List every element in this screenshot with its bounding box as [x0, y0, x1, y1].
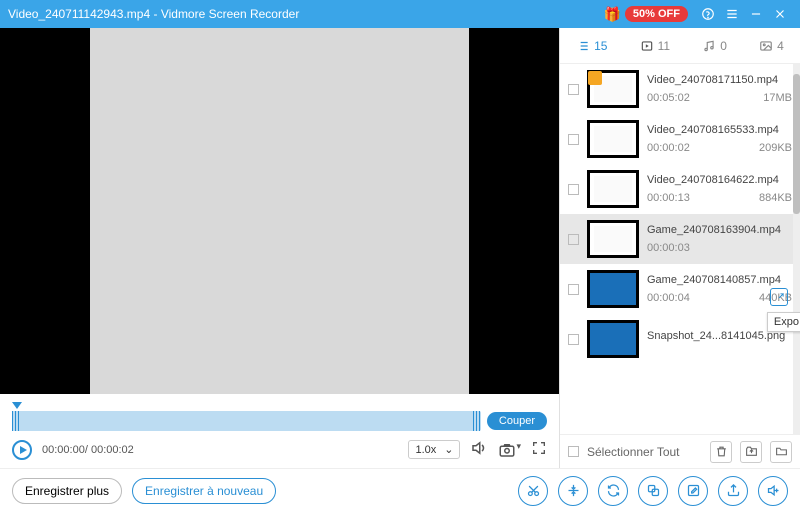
export-tooltip: Expo — [767, 312, 800, 332]
player-controls: 00:00:00/ 00:00:02 1.0x⌄ ▾ — [0, 435, 559, 468]
playhead-marker[interactable] — [12, 402, 22, 409]
list-item[interactable]: Video_240708171150.mp4 00:05:02 17MB — [560, 64, 800, 114]
item-checkbox[interactable] — [568, 234, 579, 245]
item-name: Game_240708163904.mp4 — [647, 224, 792, 236]
speed-selector[interactable]: 1.0x⌄ — [408, 440, 460, 459]
select-all-row: Sélectionner Tout — [560, 434, 800, 468]
list-item[interactable]: Video_240708164622.mp4 00:00:13 884KB — [560, 164, 800, 214]
select-all-label: Sélectionner Tout — [587, 445, 702, 459]
item-name: Video_240708164622.mp4 — [647, 174, 792, 186]
item-checkbox[interactable] — [568, 134, 579, 145]
item-thumbnail — [587, 220, 639, 258]
tab-image[interactable]: 4 — [759, 39, 784, 53]
bottom-toolbar: Enregistrer plus Enregistrer à nouveau — [0, 468, 800, 512]
volume-icon[interactable] — [470, 439, 488, 460]
play-button[interactable] — [12, 440, 32, 460]
gift-icon: 🎁 — [603, 6, 620, 23]
title-bar: Video_240711142943.mp4 - Vidmore Screen … — [0, 0, 800, 28]
chevron-down-icon: ▾ — [516, 441, 521, 452]
share-tool-button[interactable] — [718, 476, 748, 506]
item-duration: 00:00:03 — [647, 242, 690, 254]
cut-button[interactable]: Couper — [487, 412, 547, 430]
item-checkbox[interactable] — [568, 184, 579, 195]
merge-tool-button[interactable] — [638, 476, 668, 506]
camera-icon[interactable]: ▾ — [498, 441, 521, 459]
app-name: Vidmore Screen Recorder — [161, 7, 300, 21]
promo-badge[interactable]: 50% OFF — [625, 6, 688, 22]
trim-track[interactable] — [12, 411, 481, 431]
item-thumbnail — [587, 320, 639, 358]
open-file-button[interactable] — [740, 441, 762, 463]
item-duration: 00:00:13 — [647, 192, 690, 204]
player-panel: Couper 00:00:00/ 00:00:02 1.0x⌄ ▾ — [0, 28, 560, 468]
item-thumbnail — [587, 120, 639, 158]
item-thumbnail — [587, 70, 639, 108]
recordings-panel: 15 11 0 4 Expo Video_240708171150.mp4 00:… — [560, 28, 800, 468]
crown-icon — [588, 71, 602, 85]
minimize-button[interactable] — [744, 2, 768, 26]
item-size: 209KB — [759, 142, 792, 154]
filter-tabs: 15 11 0 4 — [560, 28, 800, 64]
item-thumbnail — [587, 270, 639, 308]
compress-tool-button[interactable] — [558, 476, 588, 506]
item-thumbnail — [587, 170, 639, 208]
item-name: Game_240708140857.mp4 — [647, 274, 792, 286]
scrollbar[interactable] — [793, 64, 800, 434]
recordings-list: Expo Video_240708171150.mp400:05:0217MBV… — [560, 64, 800, 434]
window-title: Video_240711142943.mp4 - Vidmore Screen … — [8, 7, 603, 21]
select-all-checkbox[interactable] — [568, 446, 579, 457]
tab-video[interactable]: 11 — [640, 39, 670, 53]
export-icon[interactable] — [770, 288, 788, 306]
list-item[interactable]: Video_240708165533.mp4 00:00:02 209KB — [560, 114, 800, 164]
current-file-name: Video_240711142943.mp4 — [8, 7, 150, 21]
record-again-button[interactable]: Enregistrer à nouveau — [132, 478, 276, 504]
tab-audio[interactable]: 0 — [702, 39, 727, 53]
convert-tool-button[interactable] — [598, 476, 628, 506]
item-size: 17MB — [763, 92, 792, 104]
volume-tool-button[interactable] — [758, 476, 788, 506]
delete-button[interactable] — [710, 441, 732, 463]
item-size: 884KB — [759, 192, 792, 204]
item-duration: 00:05:02 — [647, 92, 690, 104]
help-icon[interactable] — [696, 2, 720, 26]
item-name: Video_240708171150.mp4 — [647, 74, 792, 86]
video-preview[interactable] — [0, 28, 559, 394]
list-item[interactable]: Game_240708163904.mp4 00:00:03 — [560, 214, 800, 264]
item-duration: 00:00:02 — [647, 142, 690, 154]
menu-icon[interactable] — [720, 2, 744, 26]
list-item[interactable]: Snapshot_24...8141045.png — [560, 314, 800, 364]
chevron-down-icon: ⌄ — [444, 443, 453, 456]
record-more-button[interactable]: Enregistrer plus — [12, 478, 122, 504]
trim-tool-button[interactable] — [518, 476, 548, 506]
item-checkbox[interactable] — [568, 284, 579, 295]
item-checkbox[interactable] — [568, 84, 579, 95]
list-item[interactable]: Game_240708140857.mp400:00:04440KB — [560, 264, 800, 314]
open-folder-button[interactable] — [770, 441, 792, 463]
item-name: Video_240708165533.mp4 — [647, 124, 792, 136]
time-display: 00:00:00/ 00:00:02 — [42, 444, 134, 456]
item-duration: 00:00:04 — [647, 292, 690, 304]
item-checkbox[interactable] — [568, 334, 579, 345]
fullscreen-icon[interactable] — [531, 440, 547, 459]
tab-list[interactable]: 15 — [576, 39, 607, 53]
edit-tool-button[interactable] — [678, 476, 708, 506]
scrollbar-thumb[interactable] — [793, 74, 800, 214]
close-button[interactable] — [768, 2, 792, 26]
